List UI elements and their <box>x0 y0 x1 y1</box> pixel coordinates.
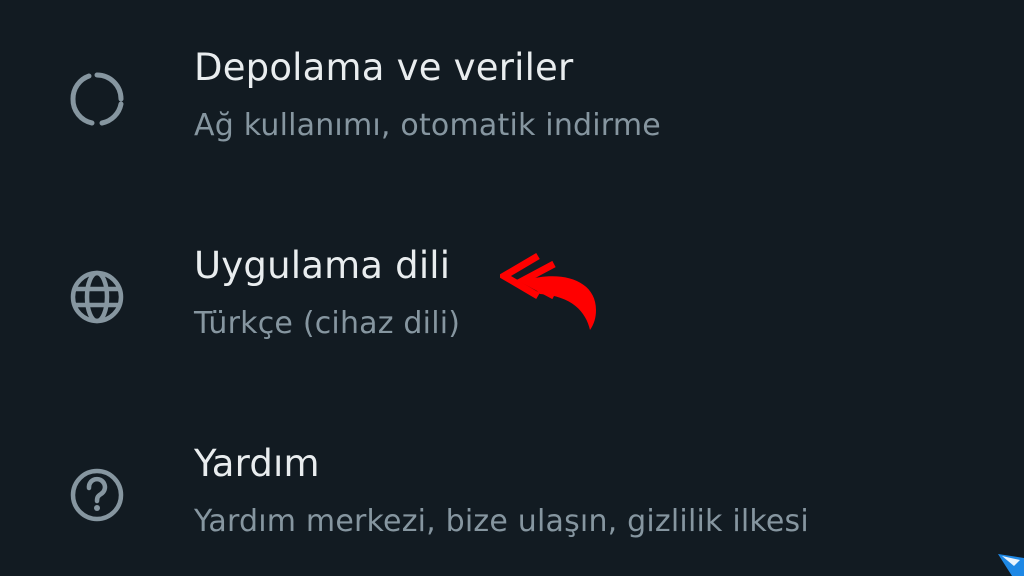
corner-logo-icon <box>998 554 1024 576</box>
settings-item-subtitle: Türkçe (cihaz dili) <box>194 306 461 341</box>
settings-item-storage-and-data[interactable]: Depolama ve veriler Ağ kullanımı, otomat… <box>0 24 1024 174</box>
settings-item-title: Depolama ve veriler <box>194 46 574 89</box>
data-usage-icon <box>66 68 128 130</box>
settings-item-help[interactable]: Yardım Yardım merkezi, bize ulaşın, gizl… <box>0 420 1024 570</box>
settings-item-subtitle: Yardım merkezi, bize ulaşın, gizlilik il… <box>194 504 809 539</box>
settings-item-title: Yardım <box>194 442 320 485</box>
settings-item-subtitle: Ağ kullanımı, otomatik indirme <box>194 108 661 143</box>
curved-arrow-pointer-icon <box>500 250 604 332</box>
settings-item-title: Uygulama dili <box>194 244 451 287</box>
globe-icon <box>66 266 128 328</box>
help-circle-icon <box>66 464 128 526</box>
